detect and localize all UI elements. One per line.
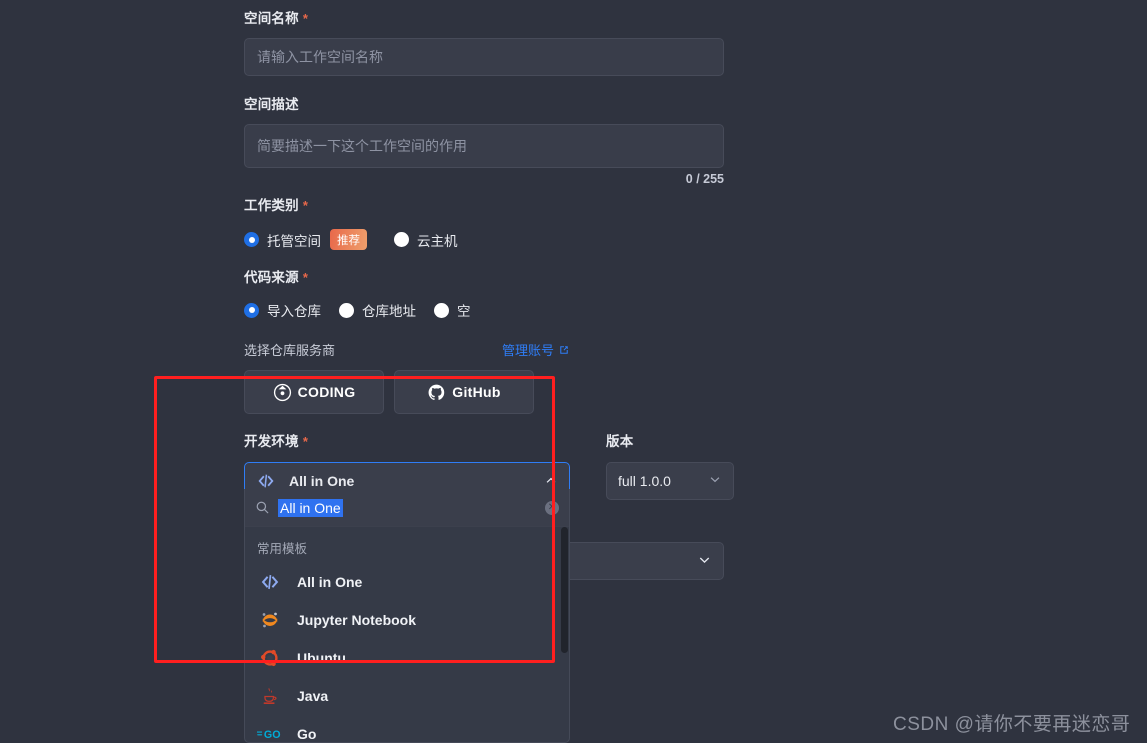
provider-card-coding[interactable]: CODING — [244, 370, 384, 414]
dev-env-selected-value: All in One — [289, 473, 355, 489]
version-group: 版本 full 1.0.0 — [606, 433, 734, 500]
dropdown-item-ubuntu[interactable]: Ubuntu — [245, 639, 569, 677]
work-type-group: 工作类别 * 托管空间 推荐 云主机 — [244, 197, 724, 250]
radio-label: 托管空间 — [267, 233, 321, 249]
search-icon — [256, 501, 269, 514]
chevron-up-icon — [544, 473, 558, 489]
code-source-radio-row: 导入仓库 仓库地址 空 — [244, 300, 724, 320]
dropdown-group-title: 常用模板 — [257, 542, 308, 556]
work-type-label-text: 工作类别 — [244, 198, 299, 213]
dropdown-search-row[interactable]: All in One ✕ — [245, 489, 569, 527]
dev-env-label-text: 开发环境 — [244, 434, 299, 449]
jupyter-logo-icon — [257, 609, 283, 631]
chevron-down-icon — [708, 473, 722, 489]
code-brackets-icon — [257, 571, 283, 593]
dropdown-item-go[interactable]: GO Go — [245, 715, 569, 742]
version-select[interactable]: full 1.0.0 — [606, 462, 734, 500]
dropdown-scrollbar[interactable] — [561, 527, 568, 742]
radio-label: 仓库地址 — [362, 304, 416, 319]
required-asterisk: * — [302, 434, 309, 449]
version-selected-value: full 1.0.0 — [618, 473, 671, 489]
work-type-radio-row: 托管空间 推荐 云主机 — [244, 229, 724, 250]
radio-label: 导入仓库 — [267, 304, 321, 319]
dropdown-item-label: Go — [297, 726, 317, 742]
github-logo-icon — [428, 384, 445, 400]
radio-dot-selected-icon — [244, 232, 259, 247]
radio-import-repo[interactable]: 导入仓库 — [244, 300, 321, 320]
radio-dot-selected-icon — [244, 302, 259, 318]
code-source-label-text: 代码来源 — [244, 270, 299, 285]
provider-card-github[interactable]: GitHub — [394, 370, 534, 414]
dropdown-item-label: Jupyter Notebook — [297, 612, 417, 628]
repo-provider-label: 选择仓库服务商 — [244, 343, 336, 358]
required-asterisk: * — [302, 198, 309, 213]
dev-env-label: 开发环境 * — [244, 433, 570, 451]
required-asterisk: * — [302, 11, 309, 26]
radio-dot-icon — [434, 302, 449, 318]
svg-text:GO: GO — [264, 729, 281, 741]
ubuntu-logo-icon — [257, 647, 283, 669]
external-link-icon — [560, 345, 568, 354]
coding-logo-icon — [273, 383, 291, 401]
radio-managed-workspace[interactable]: 托管空间 推荐 — [244, 229, 367, 250]
dropdown-item-label: Ubuntu — [297, 650, 346, 666]
code-brackets-icon — [258, 474, 274, 488]
manage-account-link-text: 管理账号 — [501, 343, 554, 358]
workspace-name-label-text: 空间名称 — [244, 11, 299, 26]
java-logo-icon — [257, 685, 283, 707]
char-counter: 0 / 255 — [685, 172, 724, 186]
workspace-desc-textarea[interactable] — [244, 124, 724, 168]
manage-account-link[interactable]: 管理账号 — [502, 340, 570, 359]
required-asterisk: * — [302, 270, 309, 285]
work-type-label: 工作类别 * — [244, 197, 724, 215]
version-label: 版本 — [606, 434, 634, 449]
chevron-down-icon — [697, 553, 712, 570]
radio-label: 云主机 — [417, 233, 458, 249]
dropdown-item-java[interactable]: Java — [245, 677, 569, 715]
provider-name: CODING — [297, 384, 356, 400]
dropdown-search-value: All in One — [278, 498, 343, 517]
repo-provider-header: 选择仓库服务商 管理账号 — [244, 340, 570, 359]
provider-card-row: CODING GitHub — [244, 370, 724, 414]
provider-name: GitHub — [452, 384, 501, 400]
dev-env-dropdown-panel: All in One ✕ 常用模板 All in One Jupyter Not… — [244, 489, 570, 743]
dropdown-item-all-in-one[interactable]: All in One — [245, 563, 569, 601]
radio-cloud-host[interactable]: 云主机 — [394, 230, 458, 250]
workspace-name-group: 空间名称 * — [244, 0, 724, 76]
go-logo-icon: GO — [257, 726, 283, 742]
repo-provider-group: 选择仓库服务商 管理账号 CODING GitHub — [244, 340, 724, 414]
create-workspace-form-page: 空间名称* 空间描述 0 / 255 工作类别* 托管空间 推荐 — [0, 0, 1147, 743]
radio-label: 空 — [457, 304, 471, 319]
workspace-name-input[interactable] — [244, 38, 724, 76]
dropdown-item-label: All in One — [297, 574, 363, 590]
radio-dot-icon — [339, 302, 354, 318]
clear-circle-icon[interactable]: ✕ — [545, 500, 559, 515]
radio-empty[interactable]: 空 — [434, 300, 471, 320]
workspace-desc-group: 空间描述 0 / 255 — [244, 96, 724, 186]
dropdown-scrollbar-thumb[interactable] — [561, 527, 568, 653]
dropdown-item-jupyter-notebook[interactable]: Jupyter Notebook — [245, 601, 569, 639]
code-source-label: 代码来源 * — [244, 269, 724, 287]
recommended-badge: 推荐 — [330, 229, 367, 250]
code-source-group: 代码来源 * 导入仓库 仓库地址 空 — [244, 269, 724, 320]
radio-repo-url[interactable]: 仓库地址 — [339, 300, 416, 320]
csdn-watermark: CSDN @请你不要再迷恋哥 — [893, 714, 1131, 735]
workspace-name-label: 空间名称 * — [244, 10, 724, 28]
workspace-desc-label: 空间描述 — [244, 97, 299, 112]
radio-dot-icon — [394, 232, 409, 247]
dropdown-item-label: Java — [297, 688, 329, 704]
